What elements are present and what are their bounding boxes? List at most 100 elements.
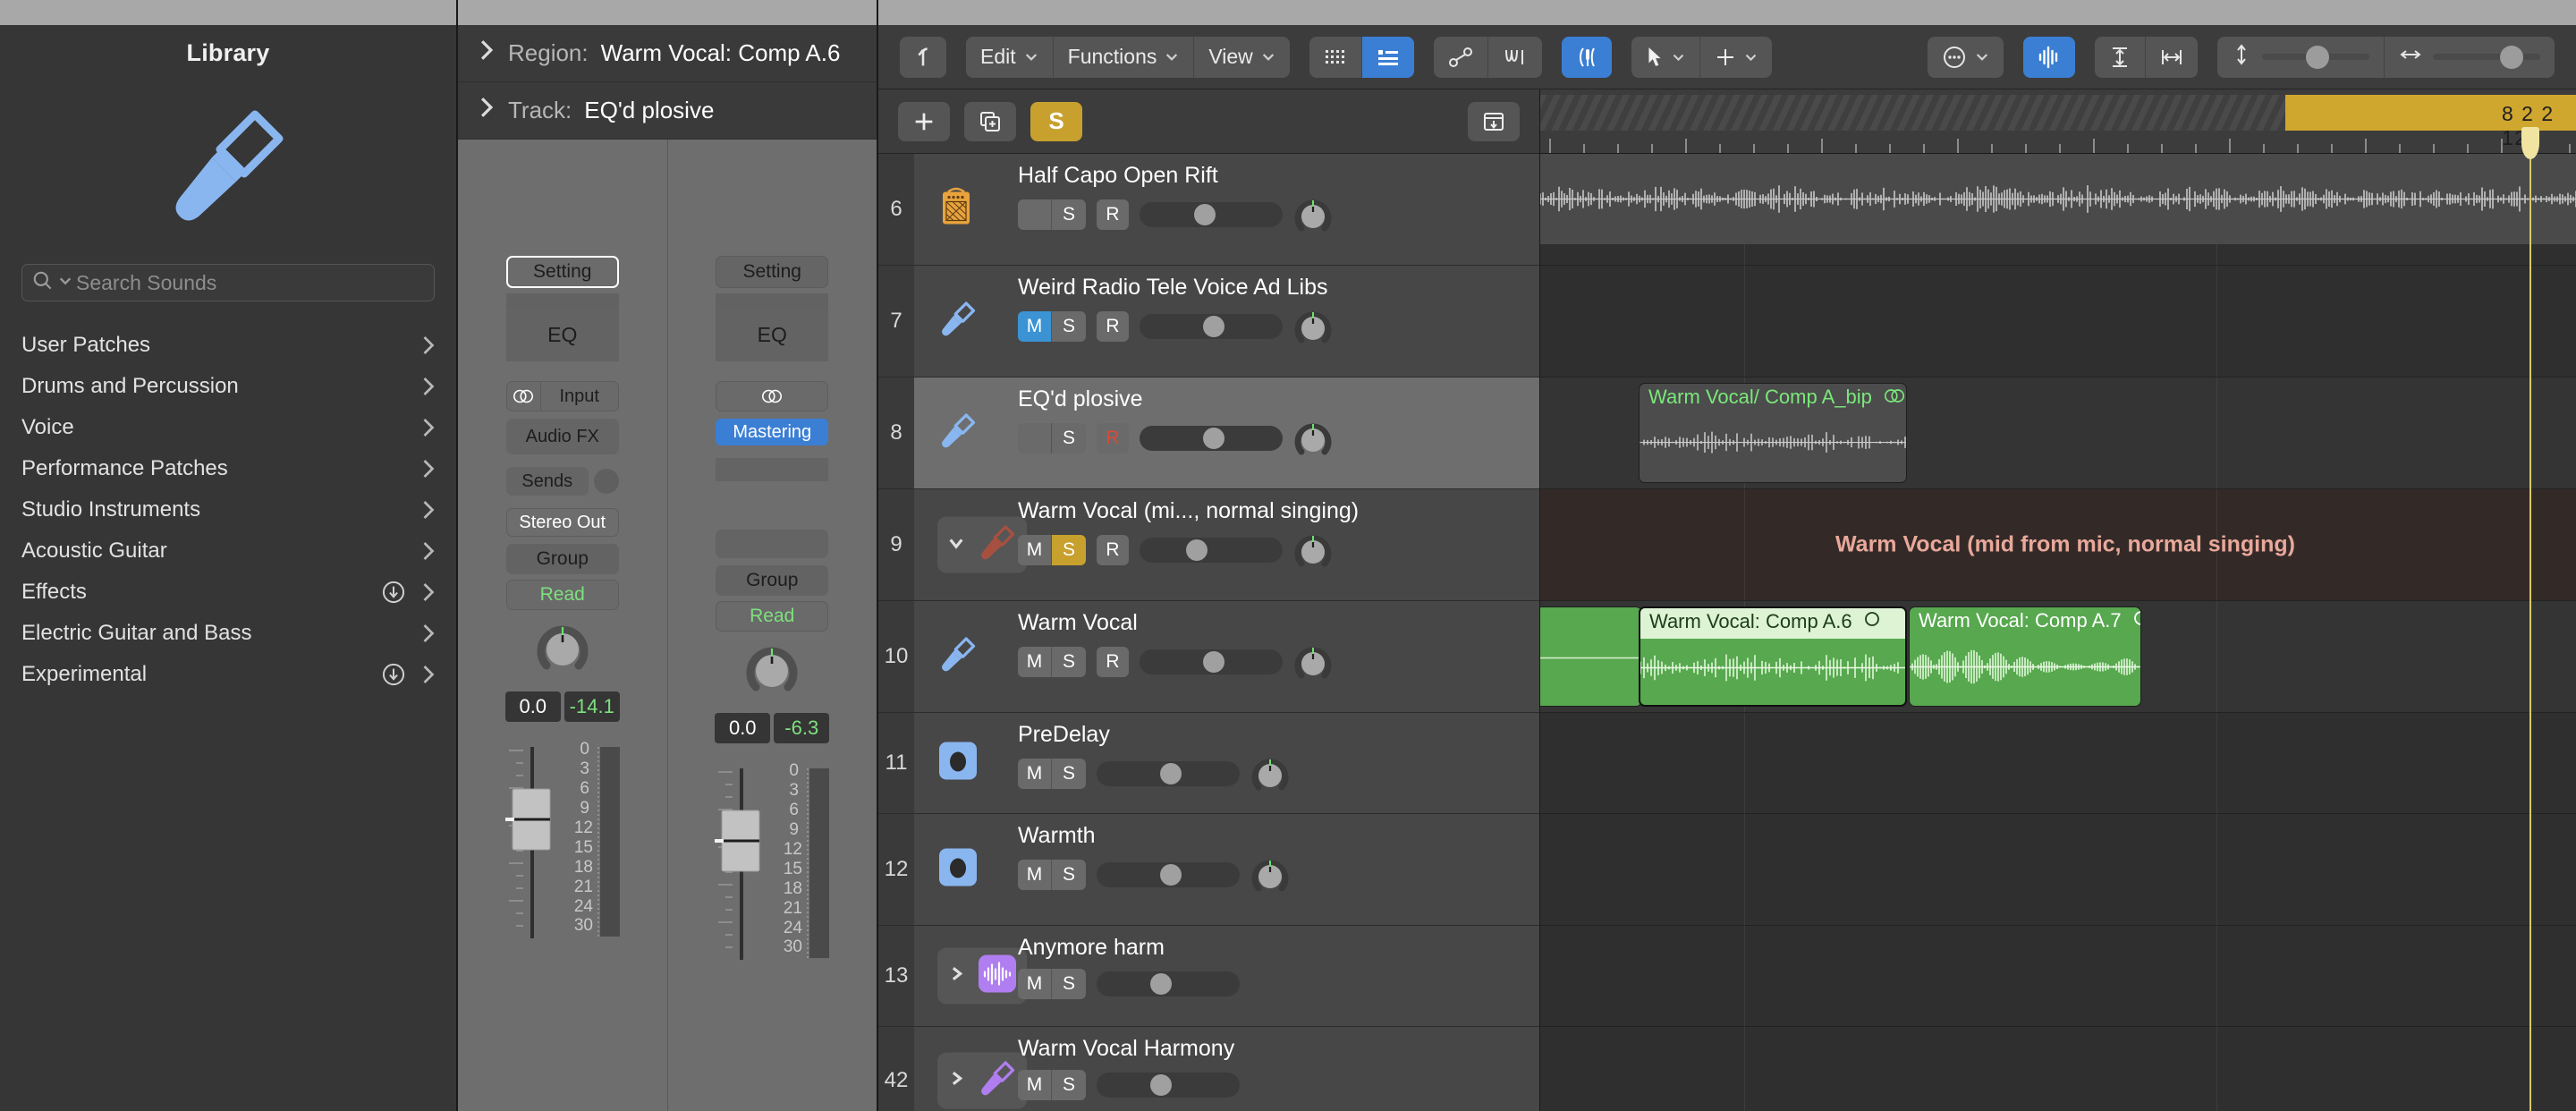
volume-fader[interactable] xyxy=(493,740,555,941)
lane-track-8[interactable]: Warm Vocal/ Comp A_bip xyxy=(1540,377,2576,489)
solo-all-button[interactable]: S xyxy=(1030,101,1082,141)
track-header-7[interactable]: 7 Weird Radio Tele Voice Ad Libs M S R xyxy=(878,266,1539,377)
track-name[interactable]: EQ'd plosive xyxy=(1018,386,1143,412)
solo-button[interactable]: S xyxy=(1052,423,1086,454)
import-button[interactable] xyxy=(1468,101,1520,141)
lane-track-11[interactable] xyxy=(1540,713,2576,814)
pan-knob[interactable] xyxy=(1250,857,1289,893)
setting-slot[interactable] xyxy=(505,293,619,308)
microphone-icon[interactable] xyxy=(937,299,979,344)
track-icon-group[interactable] xyxy=(937,516,1027,573)
chevron-down-icon[interactable] xyxy=(946,533,966,557)
microphone-icon[interactable] xyxy=(937,634,979,680)
inspector-track-row[interactable]: Track: EQ'd plosive xyxy=(458,82,877,140)
track-icon-group[interactable] xyxy=(937,1052,1027,1108)
lane-track-42[interactable] xyxy=(1540,1027,2576,1111)
flex-curve-icon[interactable] xyxy=(1488,37,1542,78)
group-button[interactable]: Group xyxy=(716,565,829,596)
pan-value[interactable]: 0.0 xyxy=(504,691,561,722)
pan-knob[interactable] xyxy=(1293,309,1332,344)
add-track-button[interactable] xyxy=(898,101,950,141)
chevron-right-icon[interactable] xyxy=(420,499,436,521)
chevron-right-icon[interactable] xyxy=(420,417,436,438)
mute-button[interactable]: M xyxy=(1018,860,1052,890)
output-button[interactable] xyxy=(716,530,829,558)
chevron-right-icon[interactable] xyxy=(420,581,436,603)
track-icon-group[interactable] xyxy=(937,847,979,893)
arrange-area[interactable]: 8 2 2 1218 2 38 2 3 121 Warm Vocal/ Comp… xyxy=(1540,89,2576,1111)
timeline-ruler[interactable]: 8 2 2 1218 2 38 2 3 121 xyxy=(1540,89,2576,154)
input-slot[interactable]: Input xyxy=(505,381,619,411)
microphone-icon[interactable] xyxy=(977,522,1018,568)
bus-clock-icon[interactable] xyxy=(937,847,979,893)
send-level-knob[interactable] xyxy=(593,469,619,494)
chevron-right-icon[interactable] xyxy=(420,664,436,685)
setting-button[interactable]: Setting xyxy=(716,256,829,288)
fit-vertical-icon[interactable] xyxy=(2095,36,2146,78)
solo-button[interactable]: S xyxy=(1052,860,1086,890)
chevron-right-icon[interactable] xyxy=(946,1068,966,1092)
solo-button[interactable]: S xyxy=(1052,647,1086,677)
pan-value[interactable]: 0.0 xyxy=(715,713,771,743)
sends-button[interactable]: Sends xyxy=(505,467,589,496)
output-io-slot[interactable] xyxy=(716,381,829,411)
track-icon-group[interactable] xyxy=(937,411,979,456)
output-button[interactable]: Stereo Out xyxy=(505,508,619,537)
mute-button[interactable]: M xyxy=(1018,535,1052,565)
volume-slider[interactable] xyxy=(1097,862,1240,887)
search-dropdown-chevron-icon[interactable] xyxy=(58,274,72,293)
zoom-vertical-track[interactable] xyxy=(2262,46,2369,69)
audio-region[interactable]: Warm Vocal/ Comp A_bip xyxy=(1639,383,1907,483)
chevron-right-icon[interactable] xyxy=(478,38,496,68)
eq-display[interactable]: EQ xyxy=(716,308,829,361)
pan-knob[interactable] xyxy=(1293,420,1332,456)
mute-button[interactable] xyxy=(1018,199,1052,230)
track-lanes[interactable]: Warm Vocal/ Comp A_bip Warm Vocal (mid fr… xyxy=(1540,154,2576,1111)
bus-clock-icon[interactable] xyxy=(937,741,979,786)
gain-value[interactable]: -6.3 xyxy=(774,713,830,743)
audio-fx-button[interactable]: Audio FX xyxy=(505,419,619,454)
automation-node-icon[interactable] xyxy=(1434,36,1488,78)
volume-slider[interactable] xyxy=(1140,202,1283,227)
library-item-studio-instruments[interactable]: Studio Instruments xyxy=(0,489,456,530)
playhead[interactable] xyxy=(2521,127,2539,1111)
microphone-icon[interactable] xyxy=(977,1057,1018,1103)
mute-button[interactable]: M xyxy=(1018,969,1052,999)
search-input[interactable] xyxy=(76,270,425,295)
track-header-13[interactable]: 13 Anymore harm M S xyxy=(878,926,1539,1027)
functions-menu[interactable]: Functions xyxy=(1054,36,1195,78)
amp-icon[interactable] xyxy=(937,187,975,233)
track-header-8[interactable]: 8 EQ'd plosive S R xyxy=(878,377,1539,489)
chevron-right-icon[interactable] xyxy=(420,623,436,644)
lane-track-10[interactable]: Warm Vocal: Comp A.6 Warm Vocal: Comp A.7 xyxy=(1540,601,2576,713)
empty-plugin-slot[interactable] xyxy=(716,458,829,481)
track-header-42[interactable]: 42 Warm Vocal Harmony M S xyxy=(878,1027,1539,1111)
group-button[interactable]: Group xyxy=(505,544,619,574)
solo-button[interactable]: S xyxy=(1052,1070,1086,1100)
zoom-vertical-knob[interactable] xyxy=(2305,46,2329,69)
mute-button[interactable] xyxy=(1018,423,1052,454)
library-item-electric-guitar-and-bass[interactable]: Electric Guitar and Bass xyxy=(0,613,456,654)
track-header-10[interactable]: 10 Warm Vocal M S R xyxy=(878,601,1539,713)
microphone-icon[interactable] xyxy=(937,411,979,456)
audio-region[interactable] xyxy=(1540,606,1642,707)
audio-region[interactable]: Warm Vocal: Comp A.7 xyxy=(1909,606,2141,707)
crosshair-tool-icon[interactable] xyxy=(1700,37,1772,78)
mastering-plugin-slot[interactable]: Mastering xyxy=(716,419,829,445)
record-enable-button[interactable]: R xyxy=(1097,647,1129,677)
mute-button[interactable]: M xyxy=(1018,759,1052,789)
library-item-effects[interactable]: Effects xyxy=(0,572,456,613)
waveform-icon[interactable] xyxy=(2023,36,2075,78)
more-circle-icon[interactable] xyxy=(1928,37,2004,78)
volume-slider[interactable] xyxy=(1140,426,1283,451)
track-name[interactable]: Anymore harm xyxy=(1018,935,1165,961)
search-field-container[interactable] xyxy=(21,264,435,301)
record-enable-button[interactable]: R xyxy=(1097,311,1129,342)
zoom-vertical-slider[interactable] xyxy=(2217,37,2384,78)
list-view-icon[interactable] xyxy=(1361,36,1414,78)
record-enable-button[interactable]: R xyxy=(1097,199,1129,230)
volume-slider[interactable] xyxy=(1097,761,1240,786)
automation-mode-button[interactable]: Read xyxy=(716,601,829,632)
chevron-right-icon[interactable] xyxy=(478,96,496,125)
solo-button[interactable]: S xyxy=(1052,969,1086,999)
